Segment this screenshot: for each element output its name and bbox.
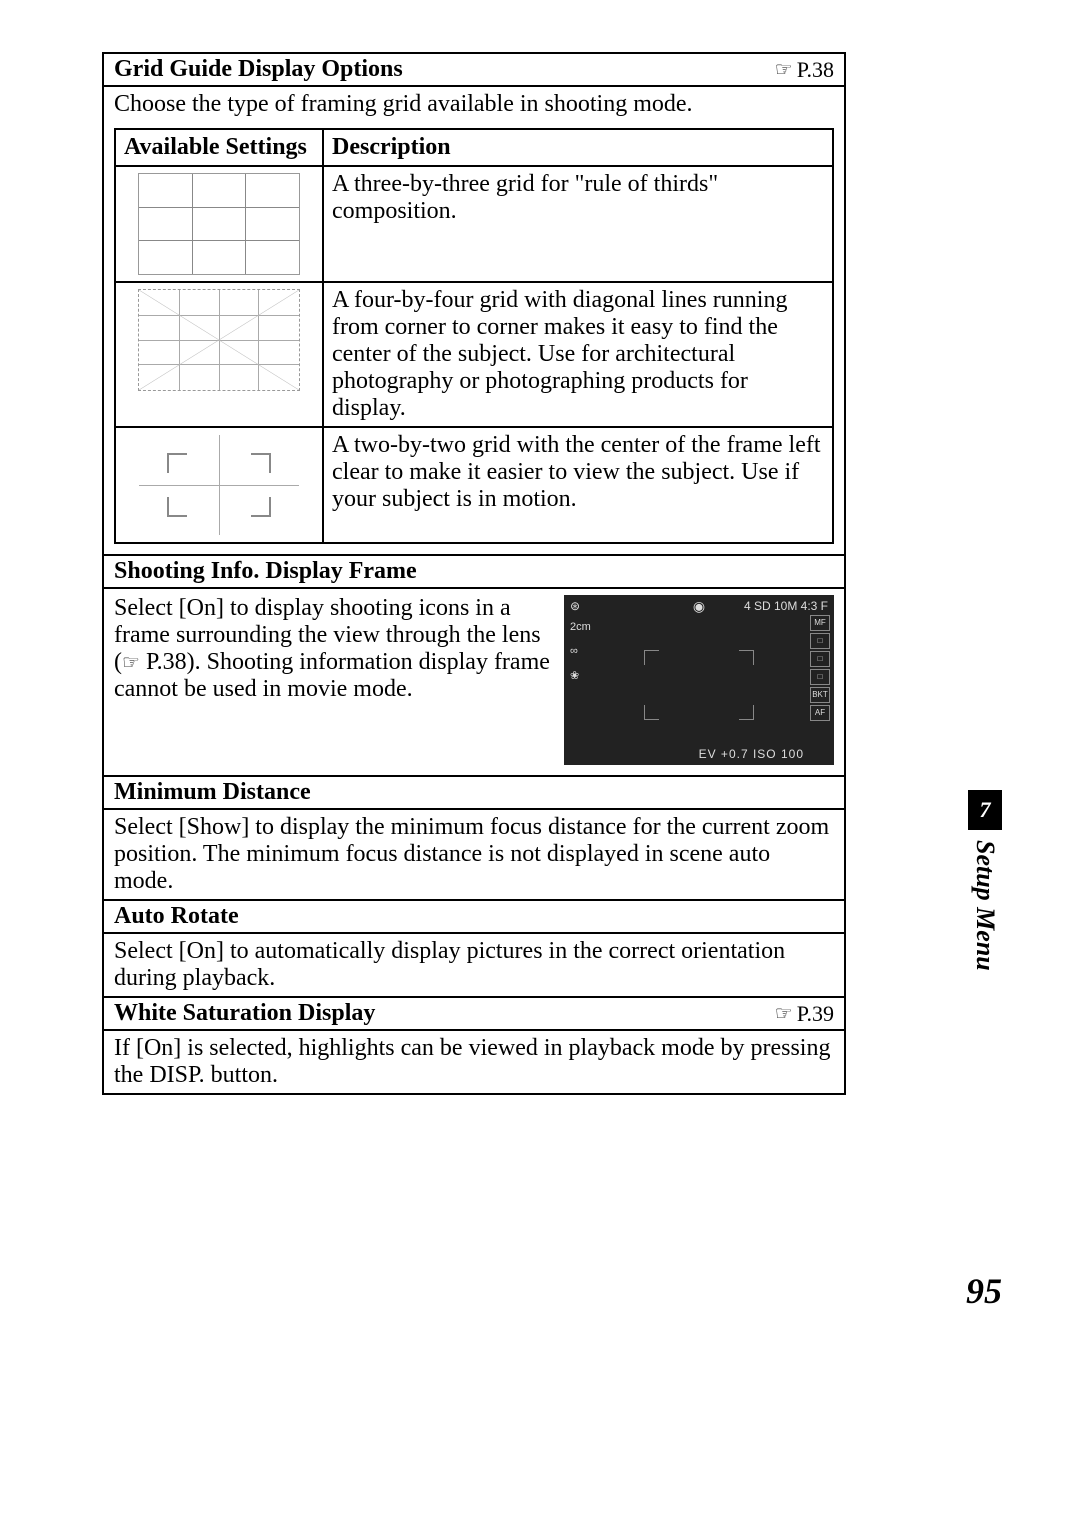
col-header-settings: Available Settings bbox=[115, 129, 323, 166]
section-title: Grid Guide Display Options bbox=[114, 56, 775, 83]
grid-desc: A four-by-four grid with diagonal lines … bbox=[323, 282, 833, 427]
grid-swatch-3x3 bbox=[115, 166, 323, 282]
flash-icon: ⊛ bbox=[570, 599, 580, 613]
section-title: Auto Rotate bbox=[114, 903, 834, 930]
table-row: A four-by-four grid with diagonal lines … bbox=[115, 282, 833, 427]
grid-swatch-4x4 bbox=[115, 282, 323, 427]
grid-swatch-2x2 bbox=[115, 427, 323, 543]
section-header-grid: Grid Guide Display Options ☞ P.38 bbox=[104, 54, 844, 87]
display-preview-illustration: ⊛ 4 SD 10M 4:3 F ◉ 2cm ∞ ❀ MF □ □ □ BKT … bbox=[564, 595, 834, 765]
grid-4x4-icon bbox=[138, 289, 300, 391]
manual-page: Grid Guide Display Options ☞ P.38 Choose… bbox=[0, 0, 1080, 1522]
section-header-whitesat: White Saturation Display ☞ P.39 bbox=[104, 998, 844, 1031]
col-header-desc: Description bbox=[323, 129, 833, 166]
grid-desc: A two-by-two grid with the center of the… bbox=[323, 427, 833, 543]
macro-icon: ❀ bbox=[570, 669, 591, 682]
section-header-mindist: Minimum Distance bbox=[104, 777, 844, 810]
pointing-hand-icon: ☞ bbox=[775, 57, 793, 82]
chapter-number-tab: 7 bbox=[968, 790, 1002, 830]
section-body-grid: Choose the type of framing grid availabl… bbox=[104, 87, 844, 556]
screen-top-right: 4 SD 10M 4:3 F bbox=[744, 599, 828, 613]
screen-bottom-text: EV +0.7 ISO 100 bbox=[699, 747, 804, 761]
grid-desc: A three-by-three grid for "rule of third… bbox=[323, 166, 833, 282]
table-row: A two-by-two grid with the center of the… bbox=[115, 427, 833, 543]
grid-options-table: Available Settings Description A three-b… bbox=[114, 128, 834, 544]
section-body-whitesat: If [On] is selected, highlights can be v… bbox=[104, 1031, 844, 1095]
page-number: 95 bbox=[966, 1270, 1002, 1312]
page-ref-text: P.39 bbox=[797, 1001, 834, 1027]
section-description: Choose the type of framing grid availabl… bbox=[104, 87, 844, 122]
camera-icon: ◉ bbox=[693, 598, 705, 615]
section-body-frame: Select [On] to display shooting icons in… bbox=[104, 589, 844, 777]
content-column: Grid Guide Display Options ☞ P.38 Choose… bbox=[102, 52, 846, 1095]
section-title: Shooting Info. Display Frame bbox=[114, 558, 834, 585]
section-header-autorotate: Auto Rotate bbox=[104, 901, 844, 934]
page-reference: ☞ P.38 bbox=[775, 57, 834, 83]
screen-right-labels: MF □ □ □ BKT AF bbox=[810, 615, 830, 721]
frame-body-text: Select [On] to display shooting icons in… bbox=[114, 595, 554, 703]
section-body-mindist: Select [Show] to display the minimum foc… bbox=[104, 810, 844, 901]
page-ref-text: P.38 bbox=[797, 57, 834, 83]
section-title: Minimum Distance bbox=[114, 779, 834, 806]
grid-2x2-icon bbox=[138, 434, 300, 536]
section-title: White Saturation Display bbox=[114, 1000, 775, 1027]
pointing-hand-icon: ☞ bbox=[122, 652, 140, 674]
page-reference: ☞ P.39 bbox=[775, 1001, 834, 1027]
grid-3x3-icon bbox=[138, 173, 300, 275]
chapter-label-vertical: Setup Menu bbox=[970, 840, 1000, 971]
table-row: A three-by-three grid for "rule of third… bbox=[115, 166, 833, 282]
table-header-row: Available Settings Description bbox=[115, 129, 833, 166]
screen-left-labels: 2cm ∞ ❀ bbox=[570, 621, 591, 682]
section-header-frame: Shooting Info. Display Frame bbox=[104, 556, 844, 589]
pointing-hand-icon: ☞ bbox=[775, 1001, 793, 1026]
section-body-autorotate: Select [On] to automatically display pic… bbox=[104, 934, 844, 998]
